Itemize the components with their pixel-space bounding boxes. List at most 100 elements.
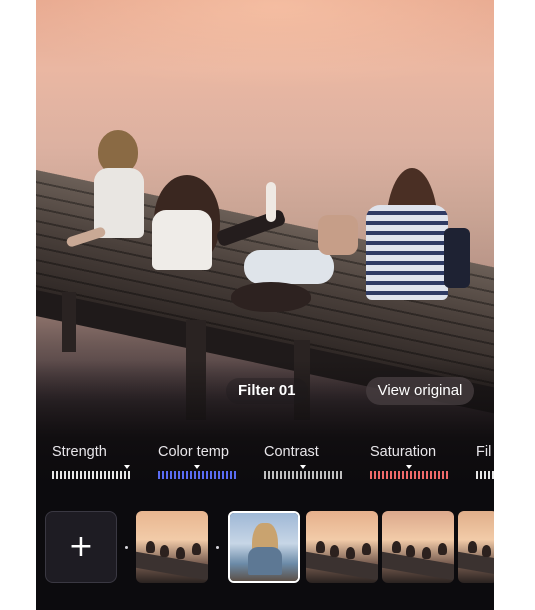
scale-tick <box>374 471 376 479</box>
scale-tick <box>162 471 164 479</box>
scale-tick <box>332 471 334 479</box>
scale-tick <box>96 471 98 479</box>
scale-tick <box>370 471 372 479</box>
thumbnail-person <box>482 545 491 557</box>
scale-tick <box>264 471 266 479</box>
tab-filter-partial[interactable]: Fil <box>476 438 494 484</box>
filter-name-label: Filter 01 <box>226 378 308 404</box>
scale-tick <box>476 471 478 479</box>
scale-tick <box>386 471 388 479</box>
thumbnail-person <box>438 543 447 555</box>
scale-tick <box>218 471 220 479</box>
scale-tick <box>398 471 400 479</box>
scale-tick <box>230 471 232 479</box>
scale-tick <box>410 471 412 479</box>
scale-tick <box>234 471 236 479</box>
scale-tick <box>76 471 78 479</box>
tab-color-temp[interactable]: Color temp <box>158 438 242 484</box>
scale-tick <box>488 471 490 479</box>
scale-tick <box>202 471 204 479</box>
scale-tick <box>292 471 294 479</box>
scale-tick <box>390 471 392 479</box>
scale-tick <box>442 471 444 479</box>
scale-tick <box>108 471 110 479</box>
contrast-scale <box>264 471 342 479</box>
tab-strength[interactable]: Strength <box>52 438 136 484</box>
tab-color-temp-label: Color temp <box>158 444 229 460</box>
scale-tick <box>104 471 106 479</box>
scale-tick <box>280 471 282 479</box>
scale-tick <box>300 471 302 479</box>
scale-tick <box>182 471 184 479</box>
thumbnail-person <box>146 541 155 553</box>
scale-tick <box>214 471 216 479</box>
scale-tick <box>84 471 86 479</box>
caret-down-icon <box>194 465 200 469</box>
view-original-button[interactable]: View original <box>366 377 474 405</box>
scale-tick <box>328 471 330 479</box>
filter-thumbnail[interactable] <box>382 511 454 583</box>
scale-tick <box>158 471 160 479</box>
tab-saturation[interactable]: Saturation <box>370 438 454 484</box>
plus-icon: + <box>68 529 94 564</box>
scale-tick <box>480 471 482 479</box>
scale-tick <box>92 471 94 479</box>
scale-tick <box>222 471 224 479</box>
scale-tick <box>434 471 436 479</box>
scale-tick <box>186 471 188 479</box>
scale-tick <box>112 471 114 479</box>
color-temp-scale <box>158 471 236 479</box>
scale-tick <box>128 471 130 479</box>
scale-tick <box>324 471 326 479</box>
dock-post <box>62 292 76 352</box>
scale-tick <box>378 471 380 479</box>
scale-tick <box>60 471 62 479</box>
scale-tick <box>382 471 384 479</box>
scale-tick <box>288 471 290 479</box>
scale-tick <box>276 471 278 479</box>
scale-tick <box>226 471 228 479</box>
add-filter-button[interactable]: + <box>45 511 117 583</box>
scale-tick <box>166 471 168 479</box>
thumbnail-person <box>330 545 339 557</box>
scale-tick <box>116 471 118 479</box>
scale-tick <box>174 471 176 479</box>
thumbnail-person <box>176 547 185 559</box>
filter-strip: + <box>36 504 494 590</box>
filter-thumbnail[interactable] <box>136 511 208 583</box>
tab-contrast[interactable]: Contrast <box>264 438 348 484</box>
scale-tick <box>206 471 208 479</box>
scale-tick <box>296 471 298 479</box>
photo-editor-screen: Filter 01 View original Strength Color t… <box>36 0 494 610</box>
scale-tick <box>316 471 318 479</box>
scale-tick <box>438 471 440 479</box>
scale-tick <box>178 471 180 479</box>
sunset-glow <box>36 0 494 90</box>
scale-tick <box>68 471 70 479</box>
filter-thumbnail[interactable] <box>306 511 378 583</box>
separator-dot <box>125 546 128 549</box>
filter-thumbnail[interactable] <box>458 511 494 583</box>
scale-tick <box>312 471 314 479</box>
scale-tick <box>210 471 212 479</box>
strength-scale <box>52 471 130 479</box>
scale-tick <box>426 471 428 479</box>
scale-tick <box>304 471 306 479</box>
scale-tick <box>320 471 322 479</box>
thumbnail-person <box>392 541 401 553</box>
photo-preview: Filter 01 View original <box>36 0 494 490</box>
scale-tick <box>284 471 286 479</box>
scale-tick <box>120 471 122 479</box>
separator-dot <box>216 546 219 549</box>
scale-tick <box>394 471 396 479</box>
scale-tick <box>64 471 66 479</box>
thumbnail-person <box>362 543 371 555</box>
tab-strength-label: Strength <box>52 444 107 460</box>
tab-filter-partial-label: Fil <box>476 444 492 460</box>
tab-contrast-label: Contrast <box>264 444 319 460</box>
scale-tick <box>56 471 58 479</box>
filter-thumbnail-selected[interactable] <box>228 511 300 583</box>
scale-tick <box>88 471 90 479</box>
scale-tick <box>100 471 102 479</box>
scale-tick <box>492 471 494 479</box>
